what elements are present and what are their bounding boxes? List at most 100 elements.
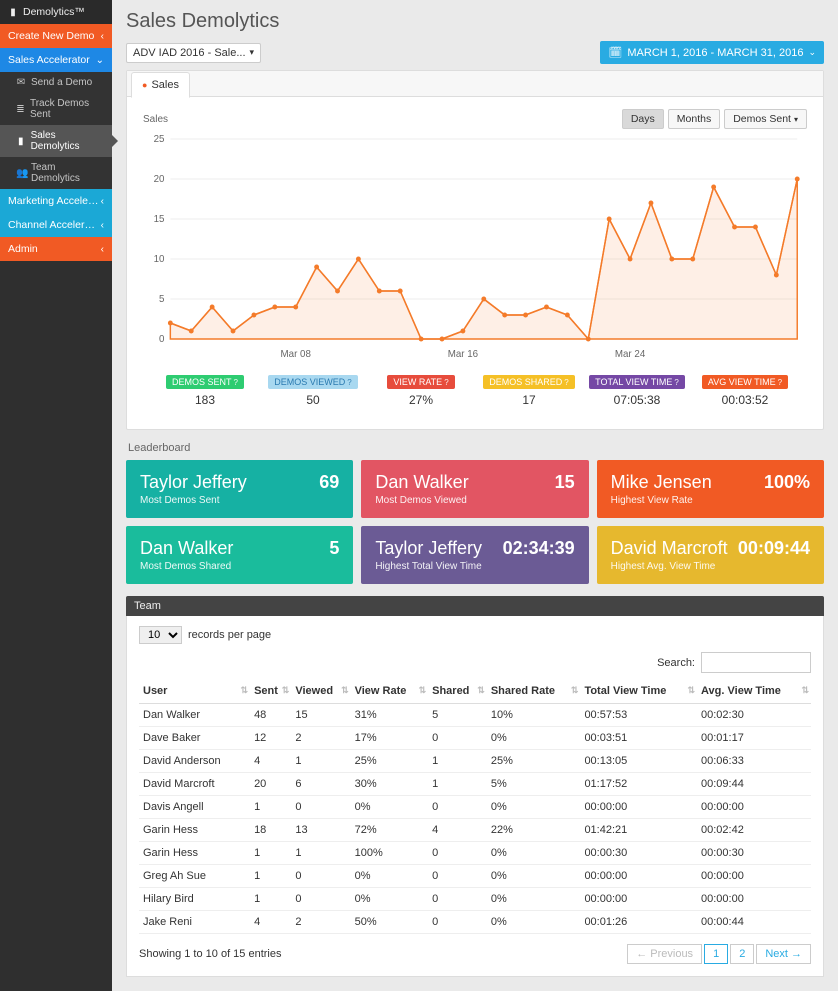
help-icon[interactable]: ?	[778, 378, 782, 387]
column-header[interactable]: Shared Rate⇅	[487, 679, 581, 704]
table-cell: 00:00:00	[580, 796, 697, 819]
column-header[interactable]: Viewed⇅	[291, 679, 350, 704]
table-cell: 1	[250, 865, 291, 888]
svg-text:Mar 08: Mar 08	[281, 349, 312, 360]
table-cell: 01:17:52	[580, 773, 697, 796]
pager-page-2[interactable]: 2	[730, 944, 754, 964]
team-table-head: User⇅Sent⇅Viewed⇅View Rate⇅Shared⇅Shared…	[139, 679, 811, 704]
stat-value: 07:05:38	[587, 393, 687, 407]
card-name: Dan Walker	[375, 472, 468, 493]
stat-demos-shared: DEMOS SHARED? 17	[479, 374, 579, 407]
table-cell: 00:00:00	[697, 888, 811, 911]
help-icon[interactable]: ?	[234, 378, 238, 387]
brand: ▮ Demolytics™	[0, 0, 112, 24]
table-cell: 1	[250, 796, 291, 819]
leaderboard-card[interactable]: Taylor JefferyMost Demos Sent69	[126, 460, 353, 518]
table-cell: 2	[291, 727, 350, 750]
date-range-picker[interactable]: 🗓 MARCH 1, 2016 - MARCH 31, 2016 ⌄	[600, 41, 824, 64]
pager-page-1[interactable]: 1	[704, 944, 728, 964]
list-icon: ≣	[16, 104, 25, 115]
records-label: records per page	[188, 629, 271, 641]
bar-chart-icon: ▮	[8, 7, 18, 18]
leaderboard-card[interactable]: Dan WalkerMost Demos Shared5	[126, 526, 353, 584]
table-cell: Garin Hess	[139, 819, 250, 842]
team-body: 10 records per page Search: User⇅Sent⇅Vi…	[126, 616, 824, 977]
leaderboard-card[interactable]: Mike JensenHighest View Rate100%	[597, 460, 824, 518]
table-cell: 0%	[487, 911, 581, 934]
nav-sales-accelerator[interactable]: Sales Accelerator ⌄	[0, 48, 112, 72]
column-header[interactable]: Shared⇅	[428, 679, 487, 704]
table-cell: 5%	[487, 773, 581, 796]
stat-value: 27%	[371, 393, 471, 407]
help-icon[interactable]: ?	[347, 378, 351, 387]
records-select[interactable]: 10	[139, 626, 182, 644]
nav-sub-track-demos[interactable]: ≣ Track Demos Sent	[0, 93, 112, 125]
nav-sub-send-demo[interactable]: ✉ Send a Demo	[0, 72, 112, 93]
column-header[interactable]: View Rate⇅	[351, 679, 429, 704]
table-cell: 0	[428, 888, 487, 911]
table-row: Garin Hess181372%422%01:42:2100:02:42	[139, 819, 811, 842]
metric-dropdown[interactable]: Demos Sent▾	[724, 109, 807, 129]
tab-sales[interactable]: ● Sales	[131, 72, 190, 98]
dot-icon: ●	[142, 80, 147, 90]
caret-down-icon: ▾	[794, 115, 798, 124]
table-cell: 00:02:42	[697, 819, 811, 842]
toggle-days-label: Days	[631, 113, 655, 125]
table-row: Greg Ah Sue100%00%00:00:0000:00:00	[139, 865, 811, 888]
column-header[interactable]: Sent⇅	[250, 679, 291, 704]
nav-sub-sales-label: Sales Demolytics	[31, 130, 104, 152]
table-cell: 6	[291, 773, 350, 796]
nav-channel-accelerator[interactable]: Channel Accelerator ‹	[0, 213, 112, 237]
column-header[interactable]: Avg. View Time⇅	[697, 679, 811, 704]
help-icon[interactable]: ?	[564, 378, 568, 387]
search-input[interactable]	[701, 652, 811, 673]
table-cell: 00:01:26	[580, 911, 697, 934]
table-cell: Hilary Bird	[139, 888, 250, 911]
table-cell: David Anderson	[139, 750, 250, 773]
table-cell: 00:06:33	[697, 750, 811, 773]
table-cell: Garin Hess	[139, 842, 250, 865]
table-row: Davis Angell100%00%00:00:0000:00:00	[139, 796, 811, 819]
table-cell: Dave Baker	[139, 727, 250, 750]
column-header[interactable]: User⇅	[139, 679, 250, 704]
table-cell: 00:00:30	[580, 842, 697, 865]
table-row: Dan Walker481531%510%00:57:5300:02:30	[139, 704, 811, 727]
table-cell: 00:09:44	[697, 773, 811, 796]
nav-admin[interactable]: Admin ‹	[0, 237, 112, 261]
help-icon[interactable]: ?	[444, 378, 448, 387]
stat-badge: AVG VIEW TIME?	[702, 375, 788, 389]
svg-text:5: 5	[159, 294, 165, 305]
table-cell: 48	[250, 704, 291, 727]
leaderboard-card[interactable]: Dan WalkerMost Demos Viewed15	[361, 460, 588, 518]
leaderboard-card[interactable]: Taylor JefferyHighest Total View Time02:…	[361, 526, 588, 584]
table-cell: 12	[250, 727, 291, 750]
table-row: Hilary Bird100%00%00:00:0000:00:00	[139, 888, 811, 911]
pager: ← Previous 1 2 Next →	[627, 944, 811, 964]
nav-create-demo[interactable]: Create New Demo ‹	[0, 24, 112, 48]
leaderboard-title: Leaderboard	[128, 442, 824, 454]
card-subtitle: Most Demos Sent	[140, 495, 247, 506]
table-cell: 0%	[351, 888, 429, 911]
pager-next[interactable]: Next →	[756, 944, 811, 964]
table-cell: 0	[291, 888, 350, 911]
card-metric: 15	[555, 472, 575, 493]
nav-sub-team-demolytics[interactable]: 👥 Team Demolytics	[0, 157, 112, 189]
toggle-months[interactable]: Months	[668, 109, 720, 129]
table-cell: 1	[291, 842, 350, 865]
nav-sub-sales-demolytics[interactable]: ▮ Sales Demolytics	[0, 125, 112, 157]
leaderboard-card[interactable]: David MarcroftHighest Avg. View Time00:0…	[597, 526, 824, 584]
table-cell: 0	[291, 865, 350, 888]
column-header[interactable]: Total View Time⇅	[580, 679, 697, 704]
page-title: Sales Demolytics	[126, 10, 824, 33]
demo-selector[interactable]: ADV IAD 2016 - Sale... ▾	[126, 43, 261, 63]
pager-prev[interactable]: ← Previous	[627, 944, 702, 964]
help-icon[interactable]: ?	[674, 378, 678, 387]
table-cell: 0	[291, 796, 350, 819]
group-icon: 👥	[16, 168, 26, 179]
sort-icon: ⇅	[341, 685, 347, 696]
stat-total-view-time: TOTAL VIEW TIME? 07:05:38	[587, 374, 687, 407]
nav-marketing-accelerator[interactable]: Marketing Accelerator ‹	[0, 189, 112, 213]
metric-dropdown-label: Demos Sent	[733, 113, 791, 125]
card-metric: 00:09:44	[738, 538, 810, 559]
toggle-days[interactable]: Days	[622, 109, 664, 129]
